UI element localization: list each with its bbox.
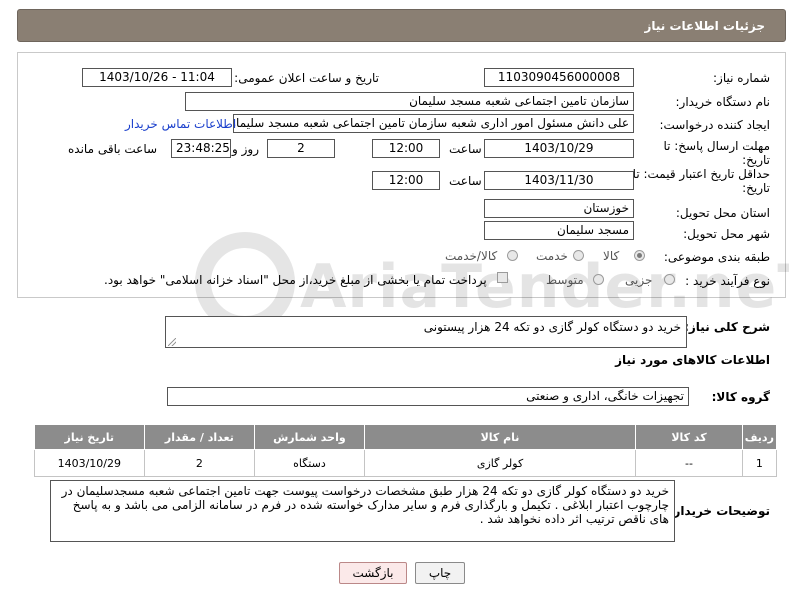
deadline-label: مهلت ارسال پاسخ: تا: [663, 139, 770, 153]
deadline-label-date: تاریخ:: [742, 153, 770, 167]
announce-datetime-field[interactable]: 1403/10/26 - 11:04: [82, 68, 232, 87]
buyer-contact-link[interactable]: اطلاعات تماس خریدار: [125, 117, 236, 131]
category-radio-service[interactable]: [573, 250, 584, 261]
cell-item-name: کولر گازی: [363, 449, 637, 477]
process-radio-medium[interactable]: [593, 274, 604, 285]
col-unit: واحد شمارش: [254, 424, 365, 450]
category-option-service: خدمت: [536, 249, 568, 263]
days-label: روز و: [232, 142, 259, 156]
price-validity-label-date: تاریخ:: [742, 181, 770, 195]
cell-unit: دستگاه: [254, 449, 365, 477]
buyer-org-field[interactable]: سازمان تامین اجتماعی شعبه مسجد سلیمان: [185, 92, 634, 111]
need-summary-text: خرید دو دستگاه کولر گازی دو تکه 24 هزار …: [423, 320, 681, 334]
cell-quantity: 2: [143, 449, 256, 477]
delivery-city-label: شهر محل تحویل:: [683, 227, 770, 241]
buyer-notes-text: خرید دو دستگاه کولر گازی دو تکه 24 هزار …: [61, 484, 669, 526]
treasury-payment-checkbox[interactable]: [497, 272, 508, 283]
page-title: جزئیات اطلاعات نیاز: [644, 19, 765, 33]
deadline-time-field[interactable]: 12:00: [372, 139, 440, 158]
category-radio-goods-service[interactable]: [507, 250, 518, 261]
page-header: جزئیات اطلاعات نیاز: [17, 9, 786, 42]
treasury-payment-note: پرداخت تمام یا بخشی از مبلغ خرید،از محل …: [104, 273, 487, 287]
process-radio-minor[interactable]: [664, 274, 675, 285]
category-radio-goods[interactable]: [634, 250, 645, 261]
need-number-field[interactable]: 1103090456000008: [484, 68, 634, 87]
buyer-notes-textarea[interactable]: خرید دو دستگاه کولر گازی دو تکه 24 هزار …: [50, 480, 675, 542]
process-option-minor: جزیی: [625, 273, 653, 287]
time-remaining-field[interactable]: 23:48:25: [171, 139, 231, 158]
need-summary-textarea[interactable]: خرید دو دستگاه کولر گازی دو تکه 24 هزار …: [165, 316, 687, 348]
print-button[interactable]: چاپ: [415, 562, 465, 584]
buyer-notes-label: توضیحات خریدار:: [668, 504, 770, 518]
purchase-process-label: نوع فرآیند خرید :: [685, 274, 770, 288]
goods-group-field[interactable]: تجهیزات خانگی، اداری و صنعتی: [167, 387, 689, 406]
cell-item-code: --: [635, 449, 743, 477]
request-creator-label: ایجاد کننده درخواست:: [659, 118, 770, 132]
buyer-org-label: نام دستگاه خریدار:: [675, 95, 771, 109]
process-option-medium: متوسط: [546, 273, 584, 287]
back-button[interactable]: بازگشت: [339, 562, 407, 584]
category-option-goods: کالا: [603, 249, 620, 263]
days-remaining-field[interactable]: 2: [267, 139, 335, 158]
category-option-goods-service: کالا/خدمت: [445, 249, 498, 263]
deadline-date-field[interactable]: 1403/10/29: [484, 139, 634, 158]
time-remaining-label: ساعت باقی مانده: [68, 142, 158, 156]
delivery-province-label: استان محل تحویل:: [675, 206, 770, 220]
deadline-time-label: ساعت: [449, 142, 482, 156]
col-item-code: کد کالا: [635, 424, 743, 450]
need-summary-resize-handle[interactable]: [168, 338, 176, 346]
category-label: طبقه بندی موضوعی:: [663, 250, 770, 264]
need-summary-label: شرح کلی نیاز:: [684, 320, 770, 334]
goods-group-label: گروه کالا:: [711, 390, 770, 404]
cell-need-date: 1403/10/29: [34, 449, 145, 477]
price-validity-label: حداقل تاریخ اعتبار قیمت: تا: [632, 167, 770, 181]
delivery-province-field[interactable]: خوزستان: [484, 199, 634, 218]
price-validity-date-field[interactable]: 1403/11/30: [484, 171, 634, 190]
col-row-number: ردیف: [741, 424, 778, 450]
goods-table-header: ردیف کد کالا نام کالا واحد شمارش تعداد /…: [34, 424, 778, 450]
goods-table: ردیف کد کالا نام کالا واحد شمارش تعداد /…: [34, 424, 778, 477]
goods-section-title: اطلاعات کالاهای مورد نیاز: [615, 353, 770, 367]
announce-datetime-label: تاریخ و ساعت اعلان عمومی:: [234, 71, 379, 85]
cell-row-number: 1: [741, 449, 778, 477]
need-number-label: شماره نیاز:: [713, 71, 770, 85]
price-validity-time-label: ساعت: [449, 174, 482, 188]
price-validity-time-field[interactable]: 12:00: [372, 171, 440, 190]
delivery-city-field[interactable]: مسجد سلیمان: [484, 221, 634, 240]
col-need-date: تاریخ نیاز: [34, 424, 145, 450]
col-item-name: نام کالا: [363, 424, 637, 450]
col-quantity: تعداد / مقدار: [143, 424, 256, 450]
table-row[interactable]: 1 -- کولر گازی دستگاه 2 1403/10/29: [34, 449, 778, 477]
request-creator-field[interactable]: علی دانش مسئول امور اداری شعبه سازمان تا…: [233, 114, 634, 133]
